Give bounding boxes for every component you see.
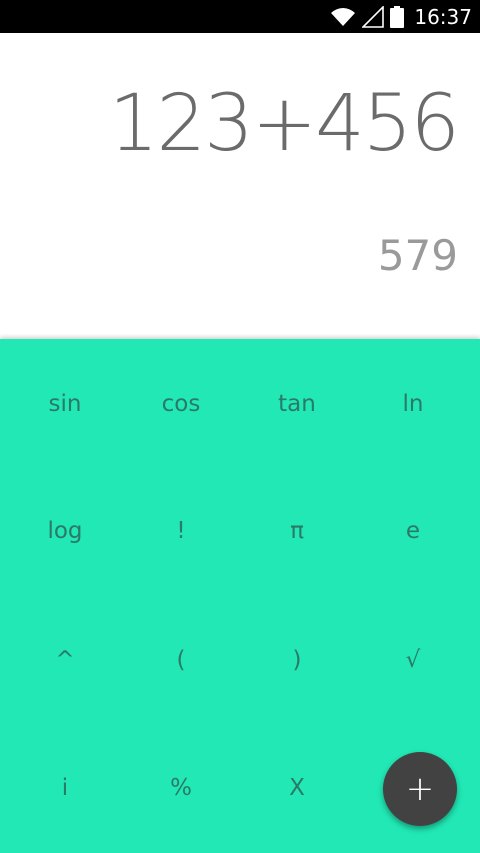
imaginary-button[interactable]: i <box>7 758 123 818</box>
battery-icon <box>390 5 405 28</box>
plus-icon: + <box>405 769 435 809</box>
percent-button[interactable]: % <box>123 758 239 818</box>
factorial-button[interactable]: ! <box>123 501 239 561</box>
left-paren-button[interactable]: ( <box>123 630 239 690</box>
sin-button[interactable]: sin <box>7 374 123 434</box>
right-paren-button[interactable]: ) <box>239 630 355 690</box>
tan-button[interactable]: tan <box>239 374 355 434</box>
status-bar: 16:37 <box>0 0 480 33</box>
wifi-icon <box>331 7 356 26</box>
signal-icon <box>362 5 385 28</box>
ln-button[interactable]: ln <box>355 374 471 434</box>
log-button[interactable]: log <box>7 501 123 561</box>
sqrt-button[interactable]: √ <box>355 630 471 690</box>
power-button[interactable]: ^ <box>7 630 123 690</box>
x-button[interactable]: X <box>239 758 355 818</box>
status-time: 16:37 <box>414 4 472 29</box>
expression-display[interactable]: 123+456 <box>109 85 460 163</box>
plus-fab-button[interactable]: + <box>383 752 457 826</box>
cos-button[interactable]: cos <box>123 374 239 434</box>
calculator-screen: 16:37 123+456 579 sin cos tan ln log ! π… <box>0 0 480 853</box>
status-icons: 16:37 <box>330 0 472 33</box>
display-panel: 123+456 579 <box>0 33 480 339</box>
result-display: 579 <box>377 231 458 280</box>
e-button[interactable]: e <box>355 501 471 561</box>
pi-button[interactable]: π <box>239 501 355 561</box>
